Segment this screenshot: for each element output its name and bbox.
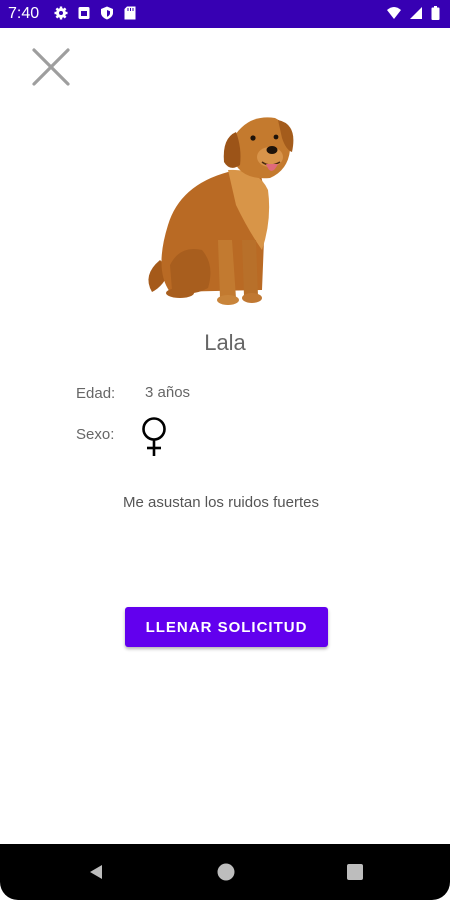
pet-photo (148, 117, 294, 305)
close-icon[interactable] (30, 46, 72, 88)
shield-icon (101, 6, 113, 20)
status-bar: 7:40 (0, 0, 450, 28)
sex-label: Sexo: (76, 426, 115, 443)
home-icon[interactable] (216, 862, 236, 882)
age-label: Edad: (76, 385, 116, 402)
pet-name: Lala (204, 330, 246, 355)
status-right-icons (387, 6, 440, 20)
sim-card-icon (78, 7, 90, 19)
recents-icon[interactable] (345, 862, 365, 882)
status-left-icons (54, 6, 137, 20)
fill-application-button[interactable]: LLENAR SOLICITUD (125, 607, 328, 647)
battery-icon (431, 6, 440, 20)
navigation-bar (0, 844, 450, 900)
sd-card-icon (124, 6, 136, 20)
settings-icon (54, 6, 68, 20)
age-value: 3 años (145, 384, 191, 401)
pet-description: Me asustan los ruidos fuertes (123, 494, 319, 511)
signal-icon (410, 7, 422, 19)
back-icon[interactable] (86, 862, 106, 882)
female-symbol-icon (142, 417, 166, 456)
status-time: 7:40 (8, 5, 40, 22)
wifi-icon (387, 7, 401, 19)
